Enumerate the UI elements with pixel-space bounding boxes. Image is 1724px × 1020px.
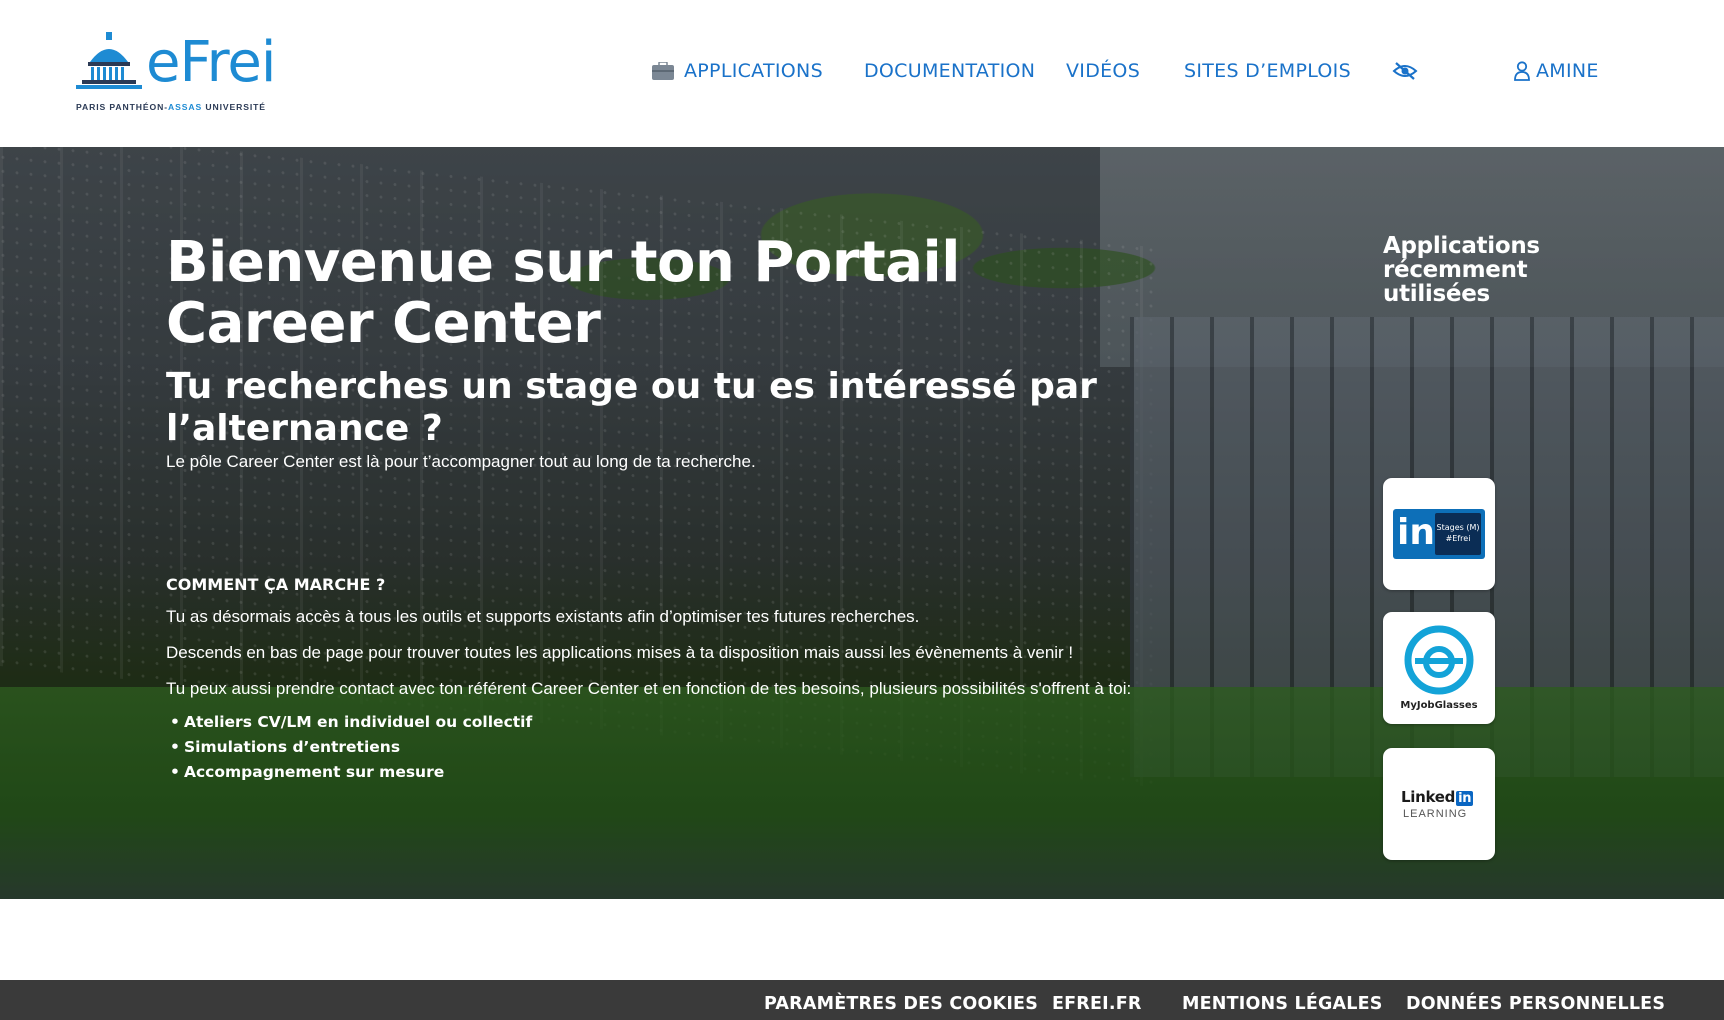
hero-content: Bienvenue sur ton Portail Career Center … (166, 232, 1286, 785)
user-icon (1514, 61, 1530, 81)
nav-applications[interactable]: APPLICATIONS (652, 58, 823, 84)
stages-label: Stages (M) #Efrei (1435, 513, 1481, 555)
visibility-toggle[interactable] (1392, 58, 1418, 84)
user-menu[interactable]: AMINE (1514, 58, 1599, 84)
learning-label: LEARNING (1403, 808, 1468, 820)
nav-documentation-label: DOCUMENTATION (864, 60, 1036, 82)
tagline-part: UNIVERSITÉ (202, 102, 266, 112)
footer-link-cookies[interactable]: PARAMÈTRES DES COOKIES (764, 994, 1038, 1014)
linkedin-in-mark: in (1397, 512, 1435, 553)
tagline-accent: ASSAS (167, 102, 203, 112)
footer-link-privacy[interactable]: DONNÉES PERSONNELLES (1406, 994, 1665, 1014)
hero-banner: Bienvenue sur ton Portail Career Center … (0, 147, 1724, 899)
site-footer: PARAMÈTRES DES COOKIES EFREI.FR MENTIONS… (0, 980, 1724, 1020)
logo-wordmark: eFrei (146, 30, 276, 95)
app-card-linkedin-learning[interactable]: Linked in LEARNING (1383, 748, 1495, 860)
stages-text: Stages (M) (1436, 523, 1480, 532)
hero-subtitle: Tu recherches un stage ou tu es intéress… (166, 366, 1097, 449)
how-paragraph: Descends en bas de page pour trouver tou… (166, 643, 1074, 662)
linkedin-word: Linked (1401, 788, 1456, 806)
footer-link-efrei[interactable]: EFREI.FR (1052, 994, 1142, 1014)
services-list: Ateliers CV/LM en individuel ou collecti… (166, 710, 1286, 785)
nav-videos[interactable]: VIDÉOS (1066, 58, 1140, 84)
site-header: eFrei PARIS PANTHÉON-ASSAS UNIVERSITÉ AP… (0, 0, 1724, 147)
myjobglasses-logo-icon (1404, 625, 1474, 695)
how-it-works-title: COMMENT ÇA MARCHE ? (166, 575, 386, 594)
list-item: Ateliers CV/LM en individuel ou collecti… (166, 710, 1286, 735)
linkedin-stages-logo: in Stages (M) #Efrei (1393, 509, 1485, 559)
footer-link-legal[interactable]: MENTIONS LÉGALES (1182, 994, 1383, 1014)
recent-apps-panel: Applications récemment utilisées in Stag… (1383, 233, 1583, 860)
list-item: Accompagnement sur mesure (166, 760, 1286, 785)
pantheon-dome-icon (76, 32, 142, 89)
user-name: AMINE (1536, 60, 1599, 82)
recent-apps-title: Applications récemment utilisées (1383, 233, 1540, 307)
logo-tagline: PARIS PANTHÉON-ASSAS UNIVERSITÉ (76, 102, 266, 112)
nav-applications-label: APPLICATIONS (684, 60, 823, 82)
tagline-part: PARIS PANTHÉON- (76, 102, 168, 112)
how-paragraph: Tu as désormais accès à tous les outils … (166, 607, 920, 626)
nav-sites-emplois-label: SITES D’EMPLOIS (1184, 60, 1351, 82)
list-item: Simulations d’entretiens (166, 735, 1286, 760)
nav-videos-label: VIDÉOS (1066, 60, 1141, 82)
eye-slash-icon (1392, 62, 1418, 80)
linkedin-in-badge: in (1456, 791, 1474, 806)
app-card-myjobglasses[interactable]: MyJobGlasses (1383, 612, 1495, 724)
app-card-linkedin-stages[interactable]: in Stages (M) #Efrei (1383, 478, 1495, 590)
efrei-hashtag: #Efrei (1445, 534, 1471, 543)
how-paragraph: Tu peux aussi prendre contact avec ton r… (166, 679, 1132, 698)
page-title: Bienvenue sur ton Portail Career Center (166, 230, 960, 356)
efrei-logo[interactable]: eFrei PARIS PANTHÉON-ASSAS UNIVERSITÉ (76, 30, 302, 116)
hero-intro: Le pôle Career Center est là pour t’acco… (166, 452, 756, 471)
nav-sites-emplois[interactable]: SITES D’EMPLOIS (1184, 58, 1351, 84)
nav-documentation[interactable]: DOCUMENTATION (864, 58, 1035, 84)
linkedin-wordmark: Linked in (1401, 788, 1474, 806)
myjobglasses-label: MyJobGlasses (1400, 700, 1478, 711)
briefcase-icon (652, 62, 674, 80)
